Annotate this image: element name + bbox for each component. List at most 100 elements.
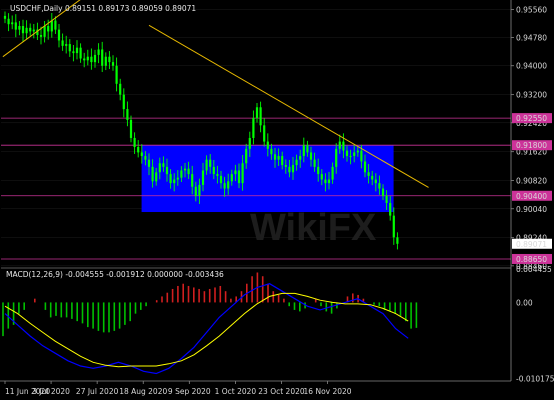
candle-body (327, 179, 331, 184)
candle-body (288, 166, 291, 173)
macd-tick-label: 0.00 (516, 298, 533, 307)
candle-body (155, 172, 158, 182)
candle-body (11, 22, 14, 25)
candle-body (75, 47, 79, 54)
chart-title: USDCHF,Daily 0.89151 0.89173 0.89059 0.8… (10, 4, 196, 13)
x-tick-label: 16 Nov 2020 (304, 387, 352, 396)
candle-body (162, 163, 165, 167)
chart-window: 0.95560 0.94780 0.94000 0.93200 0.92420 0.916… (0, 0, 554, 400)
candle-body (309, 152, 313, 160)
candle-body (140, 152, 143, 157)
candle-body (230, 174, 233, 182)
candle-body (363, 161, 367, 173)
candle-body (284, 165, 287, 167)
candle-body (176, 177, 179, 180)
candle-body (65, 44, 68, 46)
candle-body (248, 137, 251, 149)
candle-body (385, 195, 388, 203)
x-tick-label: 3 Jul 2020 (32, 387, 70, 396)
candle-body (144, 156, 147, 160)
candle-body (21, 26, 25, 34)
candle-body (223, 183, 226, 189)
candle-body (151, 166, 154, 182)
candle-body (234, 170, 237, 175)
y-tick-label: 0.94780 (516, 34, 547, 43)
candle-body (90, 56, 93, 63)
candle-body (219, 175, 223, 184)
x-tick-label: 23 Oct 2020 (258, 387, 305, 396)
x-tick-label: 9 Sep 2020 (168, 387, 211, 396)
macd-title: MACD(12,26,9) -0.004555 -0.001912 0.0000… (6, 270, 224, 279)
candle-body (133, 137, 136, 148)
candle-body (79, 47, 82, 59)
candle-body (320, 174, 323, 180)
candle-body (126, 109, 129, 120)
candle-body (165, 166, 169, 175)
candle-body (331, 166, 334, 180)
candle-body (324, 179, 327, 184)
candle-body (273, 154, 277, 160)
candle-body (111, 62, 115, 66)
candle-body (104, 56, 107, 66)
candle-body (349, 156, 352, 158)
candle-body (396, 237, 399, 244)
candle-body (302, 145, 305, 157)
candle-body (29, 27, 32, 32)
x-tick-label: 1 Oct 2020 (215, 387, 257, 396)
candle-body (57, 29, 61, 41)
y-tick-label: 0.90820 (516, 177, 547, 186)
last-price-label: 0.89071 (516, 240, 547, 249)
candle-body (7, 18, 10, 25)
candle-body (14, 22, 17, 30)
candle-body (97, 49, 100, 55)
y-tick-label: 0.93200 (516, 91, 547, 100)
candle-body (378, 183, 381, 189)
candle-body (266, 141, 269, 149)
candle-body (209, 159, 212, 167)
candle-body (367, 172, 370, 176)
candle-body (18, 26, 21, 30)
y-tick-label: 0.95560 (516, 5, 547, 14)
candle-body (101, 49, 104, 66)
watermark: WikiFX (250, 207, 377, 249)
macd-tick-label: -0.010175 (516, 375, 554, 384)
candle-body (93, 54, 97, 63)
candle-body (263, 125, 266, 142)
candle-body (194, 186, 197, 196)
candle-body (43, 26, 46, 37)
candle-body (39, 35, 43, 37)
candle-body (335, 148, 338, 167)
candle-body (173, 179, 176, 184)
candle-body (86, 56, 89, 61)
candle-body (108, 56, 111, 63)
candle-body (252, 118, 255, 138)
candle-body (83, 58, 86, 61)
x-tick-label: 27 Jul 2020 (76, 387, 119, 396)
candle-body (277, 156, 280, 160)
candle-body (187, 168, 190, 175)
candle-body (205, 159, 208, 171)
candle-body (241, 163, 244, 184)
candle-body (129, 119, 133, 138)
candle-body (180, 170, 183, 178)
candle-body (122, 94, 125, 110)
candle-body (371, 175, 374, 180)
candle-body (392, 215, 395, 238)
candle-body (270, 148, 273, 155)
y-tick-label: 0.94000 (516, 62, 547, 71)
candle-body (360, 150, 363, 162)
candle-body (68, 44, 71, 52)
candle-body (317, 166, 320, 175)
candle-body (281, 156, 284, 166)
candle-body (353, 152, 356, 157)
candle-body (342, 141, 345, 151)
macd-tick-label: 0.004455 (516, 265, 552, 274)
candle-body (137, 147, 140, 153)
candle-body (389, 202, 392, 216)
candle-body (291, 165, 295, 173)
candle-body (183, 168, 187, 171)
candle-body (381, 188, 385, 196)
candle-body (299, 156, 302, 160)
candle-body (191, 174, 194, 187)
candle-body (158, 163, 161, 173)
